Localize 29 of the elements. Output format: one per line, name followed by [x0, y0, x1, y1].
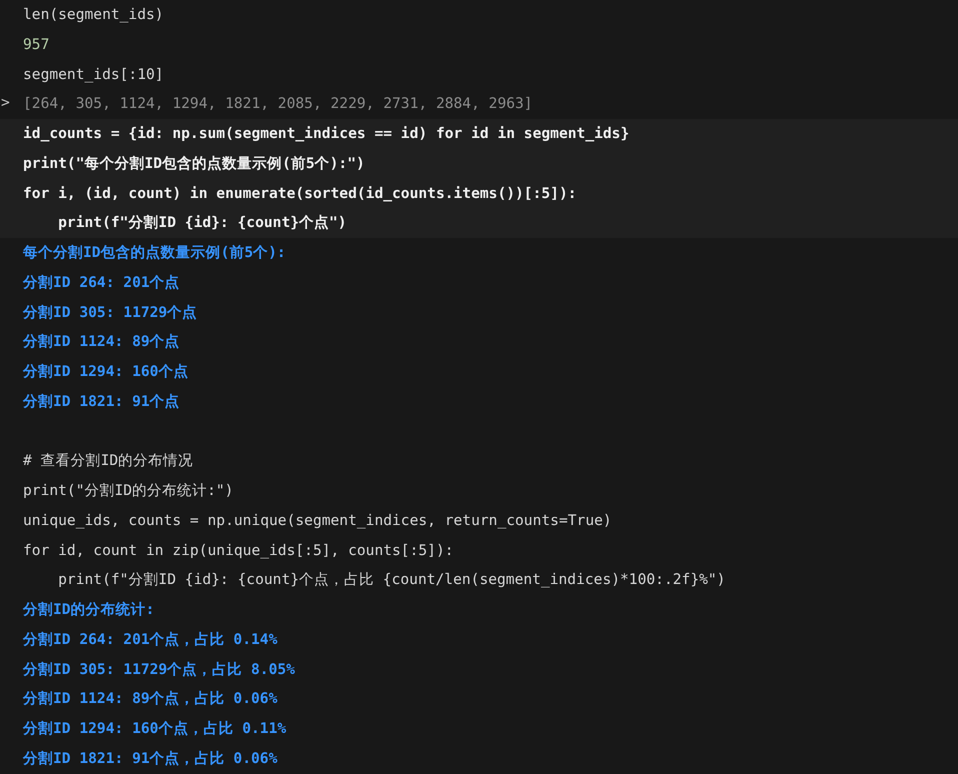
code-line: for i, (id, count) in enumerate(sorted(id_counts.items())[:5]): [22, 184, 577, 204]
code-line: print("每个分割ID包含的点数量示例(前5个):") [22, 154, 365, 174]
code-line: len(segment_ids) [22, 5, 164, 25]
code-line: print("分割ID的分布统计:") [22, 481, 234, 501]
code-cell[interactable]: len(segment_ids) [0, 0, 958, 30]
output-line: 分割ID 1821: 91个点，占比 0.06% [22, 748, 278, 769]
code-line: segment_ids[:10] [22, 64, 164, 84]
code-line: print(f"分割ID {id}: {count}个点，占比 {count/len(segment_indices)*100:.2f}%") [57, 570, 726, 590]
output-line: 每个分割ID包含的点数量示例(前5个): [22, 243, 286, 263]
code-line: # 查看分割ID的分布情况 [22, 451, 194, 472]
output-line: 分割ID的分布统计: [22, 600, 154, 620]
output-line: 分割ID 1124: 89个点，占比 0.06% [22, 689, 278, 710]
code-line: unique_ids, counts = np.unique(segment_indices, return_counts=True) [22, 510, 612, 531]
output-line: 分割ID 1821: 91个点 [22, 392, 180, 412]
output-line: 分割ID 305: 11729个点，占比 8.05% [22, 660, 295, 680]
code-line: for id, count in zip(unique_ids[:5], counts[:5]): [22, 540, 454, 560]
expand-toggle[interactable]: > [1, 93, 10, 114]
output-line: 分割ID 1124: 89个点 [22, 332, 180, 352]
output-line: [264, 305, 1124, 1294, 1821, 2085, 2229, 2731, 2884, 2963] [23, 94, 533, 114]
output-line: 分割ID 264: 201个点，占比 0.14% [22, 630, 278, 650]
output-line: 分割ID 264: 201个点 [22, 272, 180, 293]
output-line: 分割ID 1294: 160个点，占比 0.11% [22, 719, 286, 739]
code-cell[interactable]: segment_ids[:10] [0, 60, 958, 90]
code-line: id_counts = {id: np.sum(segment_indices == id) for id in segment_ids} [22, 124, 630, 144]
code-cell[interactable]: id_counts = {id: np.sum(segment_indices == id) for id in segment_ids} print("每个分割ID包含的点数量示例(前5个):") for i, (id, count) in enumerate(sorted(id_counts.items())[:5]): print(f"分割ID {id}: {count}个点") [0, 119, 958, 238]
output-line: 957 [22, 34, 50, 55]
output-line: 分割ID 1294: 160个点 [22, 362, 188, 382]
output-line: 分割ID 305: 11729个点 [22, 302, 198, 322]
code-line: print(f"分割ID {id}: {count}个点") [57, 213, 347, 234]
